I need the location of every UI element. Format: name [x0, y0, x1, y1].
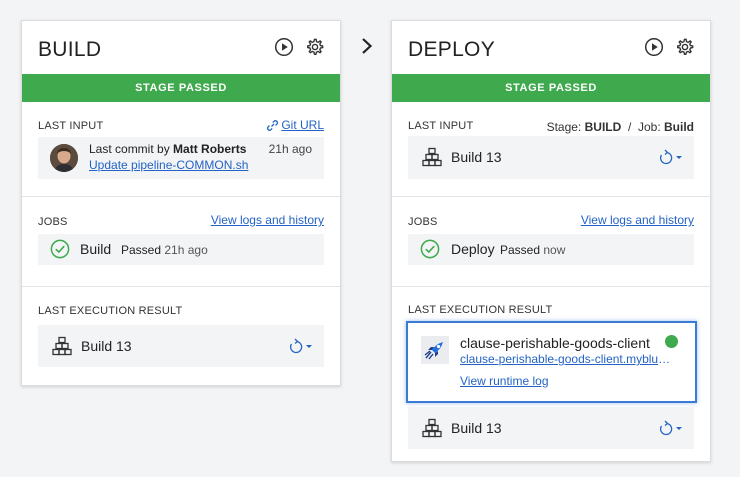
jobs-section: JOBS View logs and history Deploy Passed…	[392, 197, 710, 287]
app-url-link[interactable]: clause-perishable-goods-client.mybluemix…	[460, 352, 672, 366]
last-input-section: LAST INPUT Git URL Last commit by Matt R…	[22, 102, 340, 197]
build-stack-icon	[52, 336, 72, 356]
build-result-row: Build 13	[38, 325, 324, 367]
app-logo	[421, 336, 449, 364]
redeploy-icon[interactable]	[656, 420, 684, 436]
view-logs-link[interactable]: View logs and history	[211, 213, 324, 227]
stage-job-info: Stage: BUILD / Job: Build	[546, 120, 694, 134]
build-stage-card: BUILD STAGE PASSED LAST INPUT Git URL La…	[21, 20, 341, 386]
play-icon[interactable]	[274, 37, 294, 57]
check-circle-icon	[420, 239, 440, 259]
job-name: Deploy	[451, 241, 495, 257]
chevron-right-icon	[362, 38, 373, 54]
build-number: Build 13	[451, 420, 502, 436]
commit-time: 21h ago	[268, 142, 312, 156]
commit-message-link[interactable]: Update pipeline-COMMON.sh	[89, 158, 248, 172]
jobs-label: JOBS	[408, 216, 438, 228]
app-name: clause-perishable-goods-client	[460, 335, 650, 351]
last-input-label: LAST INPUT	[38, 120, 104, 132]
last-execution-label: LAST EXECUTION RESULT	[38, 305, 183, 317]
build-stack-icon	[422, 147, 442, 167]
input-build-number: Build 13	[451, 149, 502, 165]
build-stack-icon	[422, 418, 442, 438]
avatar	[50, 144, 78, 172]
view-logs-link[interactable]: View logs and history	[581, 213, 694, 227]
last-execution-section: LAST EXECUTION RESULT clause-perishable-…	[392, 287, 710, 462]
jobs-section: JOBS View logs and history Build Passed …	[22, 197, 340, 287]
build-stage-header: BUILD	[22, 21, 340, 74]
status-dot	[665, 335, 678, 348]
git-url-label: Git URL	[281, 118, 324, 132]
input-build-row: Build 13	[408, 136, 694, 179]
rocket-icon	[424, 342, 443, 360]
stage-passed-banner: STAGE PASSED	[392, 74, 710, 102]
play-icon[interactable]	[644, 37, 664, 57]
job-row[interactable]: Build Passed 21h ago	[38, 234, 324, 265]
last-execution-section: LAST EXECUTION RESULT Build 13	[22, 287, 340, 384]
last-input-label: LAST INPUT	[408, 120, 474, 132]
redeploy-icon[interactable]	[656, 149, 684, 165]
build-stage-title: BUILD	[38, 38, 102, 61]
redeploy-icon[interactable]	[286, 338, 314, 354]
build-number: Build 13	[81, 338, 132, 354]
deployed-app-card[interactable]: clause-perishable-goods-client clause-pe…	[406, 321, 697, 403]
deploy-stage-card: DEPLOY STAGE PASSED LAST INPUT Stage: BU…	[391, 20, 711, 462]
view-runtime-log-link[interactable]: View runtime log	[460, 374, 549, 388]
job-row[interactable]: Deploy Passed now	[408, 234, 694, 265]
last-input-section: LAST INPUT Stage: BUILD / Job: Build Bui…	[392, 102, 710, 197]
check-circle-icon	[50, 239, 70, 259]
last-commit-box: Last commit by Matt Roberts 21h ago Upda…	[38, 137, 324, 179]
build-result-row: Build 13	[408, 407, 694, 449]
git-url-link[interactable]: Git URL	[266, 118, 324, 132]
job-status: Passed now	[500, 243, 566, 257]
last-execution-label: LAST EXECUTION RESULT	[408, 304, 553, 316]
deploy-stage-header: DEPLOY	[392, 21, 710, 74]
stage-passed-banner: STAGE PASSED	[22, 74, 340, 102]
gear-icon[interactable]	[305, 37, 325, 57]
link-icon	[267, 119, 279, 131]
commit-author: Matt Roberts	[173, 142, 247, 156]
job-name: Build	[80, 241, 112, 257]
deploy-stage-title: DEPLOY	[408, 38, 495, 61]
jobs-label: JOBS	[38, 216, 68, 228]
last-commit-text: Last commit by Matt Roberts	[89, 142, 247, 156]
job-status: Passed 21h ago	[121, 243, 208, 257]
gear-icon[interactable]	[675, 37, 695, 57]
